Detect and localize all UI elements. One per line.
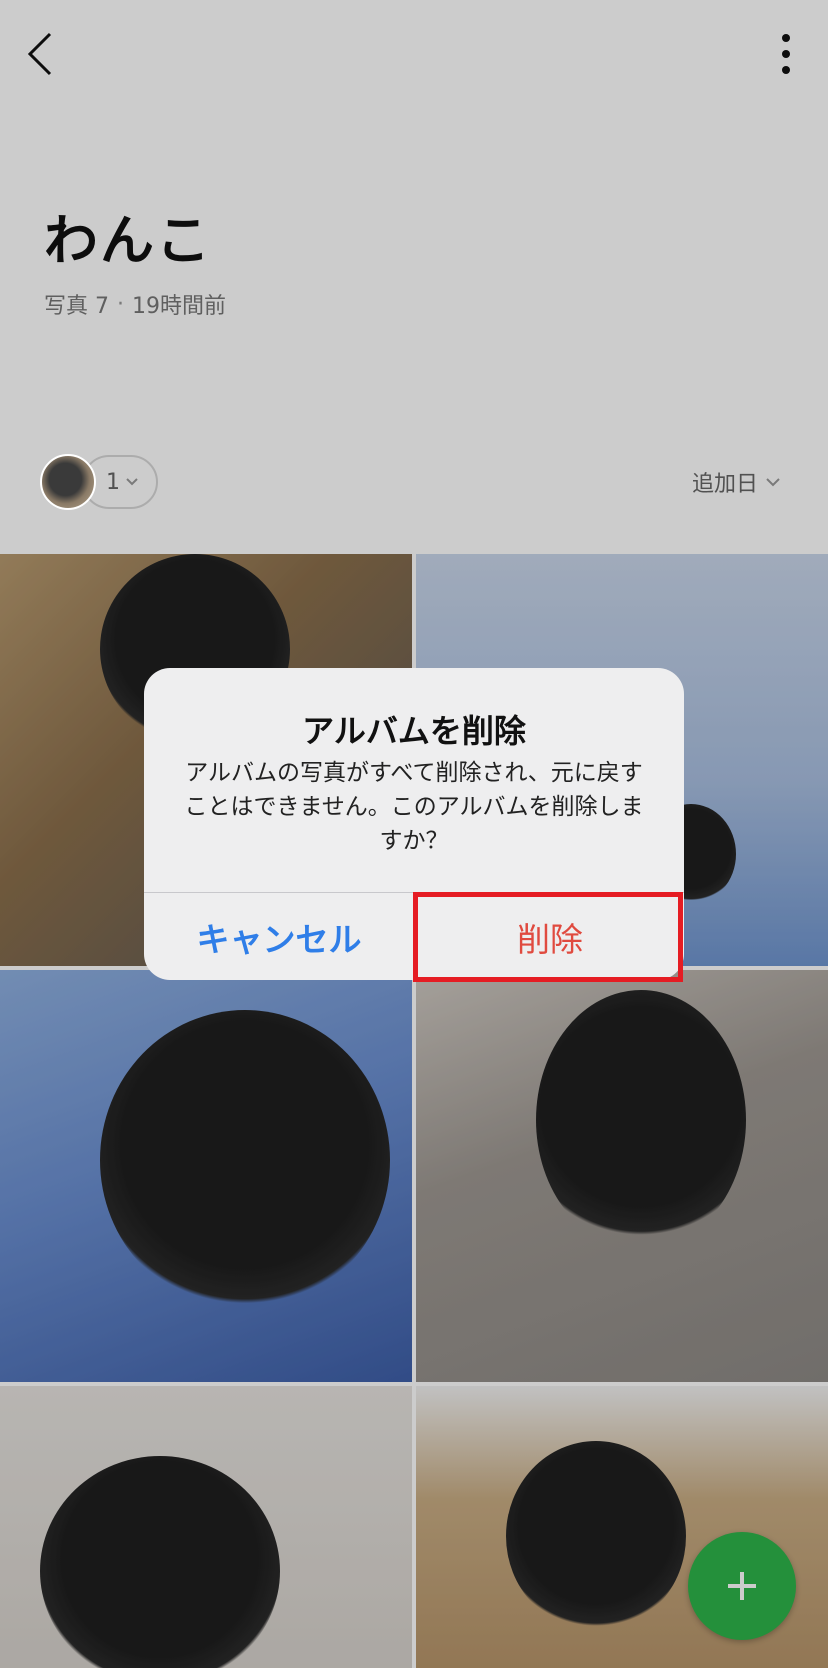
album-page: わんこ 写真 7 · 19時間前 1 追加日 アルバムを削除 アルバムの写真がす… [0, 0, 828, 1668]
dialog-message: アルバムの写真がすべて削除され、元に戻すことはできません。このアルバムを削除しま… [184, 760, 644, 854]
avatar[interactable] [40, 454, 96, 510]
dialog-title: アルバムを削除 [302, 712, 526, 750]
delete-button-highlight [413, 892, 683, 982]
cancel-button[interactable]: キャンセル [144, 893, 414, 980]
